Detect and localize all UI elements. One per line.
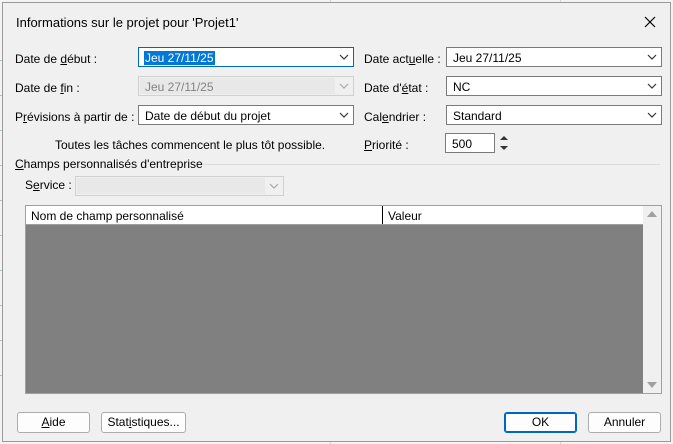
section-divider [203, 164, 660, 165]
chevron-down-icon [339, 54, 349, 60]
calendar-value: Standard [453, 109, 502, 123]
dialog-title: Informations sur le projet pour 'Projet1… [16, 15, 239, 30]
help-button[interactable]: Aide [17, 412, 90, 433]
custom-fields-grid[interactable]: Nom de champ personnalisé Valeur [25, 205, 662, 394]
close-icon [644, 16, 656, 28]
title-bar: Informations sur le projet pour 'Projet1… [3, 3, 670, 39]
calendar-label: Calendrier : [364, 110, 427, 124]
start-date-label: Date de début : [15, 52, 98, 66]
service-label: Service : [25, 178, 72, 192]
close-button[interactable] [636, 9, 664, 35]
status-date-combo[interactable]: NC [446, 76, 662, 96]
end-date-value: Jeu 27/11/25 [145, 80, 214, 94]
current-date-label: Date actuelle : [364, 52, 441, 66]
custom-fields-heading: Champs personnalisés d'entreprise [15, 157, 203, 171]
project-info-dialog: Informations sur le projet pour 'Projet1… [2, 2, 671, 442]
caret-down-icon [500, 146, 508, 150]
service-disabled-fill [77, 178, 265, 194]
start-date-value: Jeu 27/11/25 [144, 51, 215, 65]
end-date-label: Date de fin : [15, 81, 80, 95]
status-date-label: Date d'état : [364, 81, 429, 95]
schedule-from-label: Prévisions à partir de : [15, 110, 135, 124]
priority-value: 500 [452, 137, 473, 151]
chevron-down-icon [647, 112, 657, 118]
scroll-up-icon[interactable] [647, 210, 657, 218]
start-date-combo[interactable]: Jeu 27/11/25 [138, 47, 354, 67]
column-divider[interactable] [382, 206, 383, 224]
vertical-scrollbar[interactable] [643, 206, 661, 393]
chevron-down-icon [647, 83, 657, 89]
caret-up-icon [500, 136, 508, 140]
schedule-note: Toutes les tâches commencent le plus tôt… [55, 138, 326, 152]
statistics-button[interactable]: Statistiques... [101, 412, 186, 433]
grid-body[interactable] [26, 225, 643, 393]
status-date-value: NC [453, 80, 471, 94]
end-date-combo[interactable]: Jeu 27/11/25 [138, 76, 354, 96]
chevron-down-icon [269, 183, 279, 189]
chevron-down-icon [647, 54, 657, 60]
priority-stepper [497, 133, 511, 153]
scroll-down-icon[interactable] [647, 381, 657, 389]
service-combo[interactable] [75, 176, 284, 196]
ok-button[interactable]: OK [504, 412, 577, 433]
calendar-combo[interactable]: Standard [446, 105, 662, 125]
column-header-value[interactable]: Valeur [388, 209, 422, 223]
priority-down-button[interactable] [497, 143, 511, 153]
current-date-value: Jeu 27/11/25 [453, 51, 522, 65]
priority-input[interactable]: 500 [445, 133, 495, 153]
grid-header: Nom de champ personnalisé Valeur [26, 206, 643, 225]
current-date-combo[interactable]: Jeu 27/11/25 [446, 47, 662, 67]
chevron-down-icon [339, 112, 349, 118]
priority-label: Priorité : [364, 138, 409, 152]
cancel-button[interactable]: Annuler [588, 412, 661, 433]
chevron-down-icon [339, 83, 349, 89]
schedule-from-value: Date de début du projet [145, 109, 271, 123]
priority-up-button[interactable] [497, 133, 511, 143]
column-header-field-name[interactable]: Nom de champ personnalisé [31, 209, 184, 223]
schedule-from-combo[interactable]: Date de début du projet [138, 105, 354, 125]
